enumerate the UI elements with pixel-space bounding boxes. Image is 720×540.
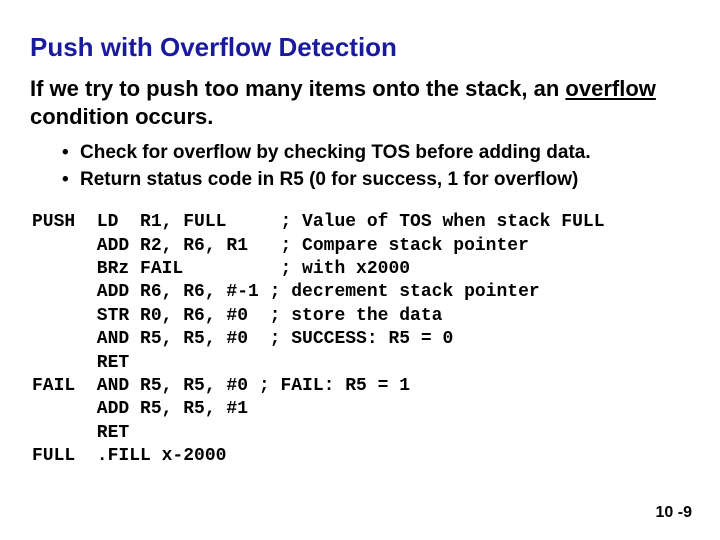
intro-text: If we try to push too many items onto th… [30, 75, 690, 130]
slide-content: Push with Overflow Detection If we try t… [0, 0, 720, 468]
page-number: 10 -9 [656, 504, 692, 522]
slide-title: Push with Overflow Detection [30, 32, 690, 63]
intro-part2: condition occurs. [30, 104, 213, 129]
code-block: PUSH LD R1, FULL ; Value of TOS when sta… [32, 211, 690, 468]
bullet-item: Check for overflow by checking TOS befor… [62, 140, 690, 167]
bullet-item: Return status code in R5 (0 for success,… [62, 167, 690, 194]
bullet-list: Check for overflow by checking TOS befor… [62, 140, 690, 193]
intro-overflow: overflow [565, 76, 655, 101]
intro-part1: If we try to push too many items onto th… [30, 76, 565, 101]
